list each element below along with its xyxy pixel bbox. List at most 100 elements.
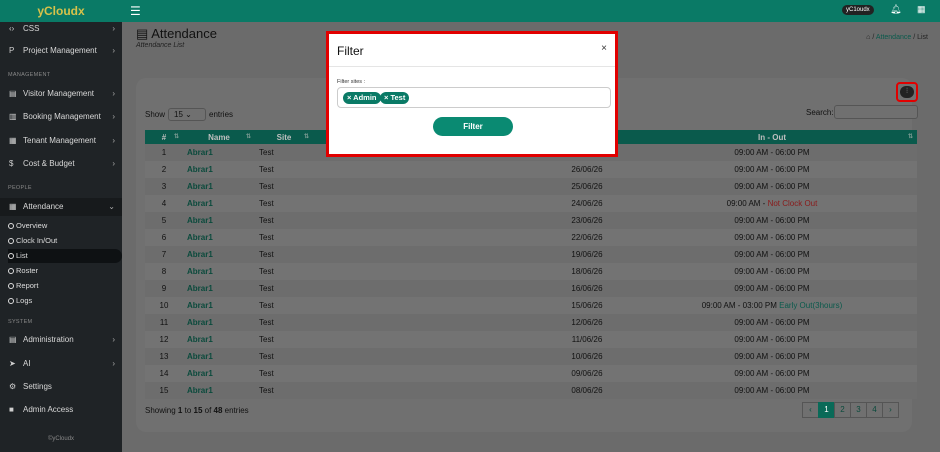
search-label: Search:: [806, 108, 834, 117]
col-in-out[interactable]: In - Out ⇅: [627, 130, 917, 144]
col-index[interactable]: # ⇅: [145, 130, 183, 144]
cell-name-link[interactable]: Abrar1: [183, 263, 255, 280]
circle-icon: [8, 253, 14, 259]
cell-name-link[interactable]: Abrar1: [183, 195, 255, 212]
sidebar-subitem-roster[interactable]: Roster: [8, 264, 122, 278]
sort-icon: ⇅: [907, 134, 913, 140]
page-button-4[interactable]: 4: [866, 402, 883, 418]
prev-page-button[interactable]: ‹: [802, 402, 819, 418]
sidebar-subitem-overview[interactable]: Overview: [8, 219, 122, 233]
breadcrumb-link[interactable]: Attendance: [876, 34, 911, 41]
in-out-time: 09:00 AM - 06:00 PM: [734, 369, 810, 378]
sidebar-item-label: Administration: [23, 335, 74, 344]
sidebar-item-label: Booking Management: [23, 112, 101, 121]
breadcrumb-current: List: [917, 34, 928, 41]
cell-name-link[interactable]: Abrar1: [183, 314, 255, 331]
sidebar-subitem-clock-in-out[interactable]: Clock In/Out: [8, 234, 122, 248]
site-tag-admin[interactable]: × Admin: [343, 92, 381, 104]
cell-date: 12/06/26: [547, 314, 627, 331]
sidebar-item-tenant-management[interactable]: ▦ Tenant Management ›: [0, 132, 122, 150]
cell-in-out: 09:00 AM - 06:00 PM: [627, 348, 917, 365]
sidebar-subitem-logs[interactable]: Logs: [8, 294, 122, 308]
search-input[interactable]: [834, 105, 918, 119]
hamburger-icon[interactable]: ☰: [130, 4, 141, 18]
table-row: 15 Abrar1 Test 08/06/26 09:00 AM - 06:00 PM: [145, 382, 917, 399]
cell-index: 11: [145, 314, 183, 331]
filter-button[interactable]: ⫶: [896, 82, 918, 102]
sidebar-item-label: Attendance: [23, 202, 64, 211]
sidebar-item-label: Tenant Management: [23, 136, 96, 145]
cell-hidden: [313, 314, 547, 331]
col-site[interactable]: Site ⇅: [255, 130, 313, 144]
close-icon[interactable]: ×: [601, 43, 607, 54]
page-size-select[interactable]: 15 ⌄: [168, 108, 207, 121]
cell-index: 3: [145, 178, 183, 195]
cell-hidden: [313, 195, 547, 212]
sidebar-item-admin-access[interactable]: ■ Admin Access: [0, 401, 122, 419]
sidebar-subitem-report[interactable]: Report: [8, 279, 122, 293]
bell-icon[interactable]: 🔔︎: [890, 4, 901, 15]
cell-name-link[interactable]: Abrar1: [183, 297, 255, 314]
table-row: 3 Abrar1 Test 25/06/26 09:00 AM - 06:00 PM: [145, 178, 917, 195]
cell-hidden: [313, 178, 547, 195]
cell-site: Test: [255, 144, 313, 161]
filter-sites-input[interactable]: × Admin × Test: [337, 87, 611, 108]
chevron-down-icon: ⌄: [108, 202, 115, 211]
section-label: PEOPLE: [8, 185, 32, 191]
table-row: 13 Abrar1 Test 10/06/26 09:00 AM - 06:00 PM: [145, 348, 917, 365]
filter-submit-button[interactable]: Filter: [433, 117, 513, 136]
circle-icon: [8, 283, 14, 289]
in-out-time: 09:00 AM - 03:00 PM: [701, 301, 780, 310]
next-page-button[interactable]: ›: [882, 402, 899, 418]
col-name[interactable]: Name ⇅: [183, 130, 255, 144]
cell-in-out: 09:00 AM - 06:00 PM: [627, 365, 917, 382]
page-button-2[interactable]: 2: [834, 402, 851, 418]
sidebar-subitem-list[interactable]: List: [8, 249, 122, 263]
cell-name-link[interactable]: Abrar1: [183, 229, 255, 246]
cell-hidden: [313, 161, 547, 178]
page-button-1[interactable]: 1: [818, 402, 835, 418]
cell-name-link[interactable]: Abrar1: [183, 178, 255, 195]
chevron-right-icon: ›: [112, 24, 115, 33]
in-out-note: Not Clock Out: [767, 199, 818, 208]
home-icon[interactable]: ⌂: [866, 34, 870, 41]
user-chip[interactable]: yC1oudx: [842, 5, 874, 15]
cell-name-link[interactable]: Abrar1: [183, 246, 255, 263]
header-label: #: [161, 132, 167, 142]
brand-logo[interactable]: yCloudx: [0, 0, 122, 22]
cell-index: 8: [145, 263, 183, 280]
page-size-value: 15: [174, 110, 183, 119]
cell-site: Test: [255, 178, 313, 195]
filter-icon: ⫶: [900, 86, 914, 98]
cell-name-link[interactable]: Abrar1: [183, 365, 255, 382]
dollar-icon: $: [9, 159, 14, 168]
attendance-table: # ⇅ Name ⇅ Site ⇅ In - Out ⇅ 1 Abrar1 Test 09:0…: [145, 130, 917, 399]
page-title-text: Attendance: [151, 26, 217, 41]
cell-site: Test: [255, 297, 313, 314]
cell-name-link[interactable]: Abrar1: [183, 348, 255, 365]
sidebar-item-booking-management[interactable]: ▥ Booking Management ›: [0, 108, 122, 126]
sidebar-item-settings[interactable]: ⚙ Settings: [0, 378, 122, 396]
chevron-right-icon: ›: [112, 335, 115, 344]
sidebar-item-visitor-management[interactable]: ▤ Visitor Management ›: [0, 85, 122, 103]
sidebar-item-ai[interactable]: ➤ AI ›: [0, 355, 122, 373]
sidebar-item-cost-budget[interactable]: $ Cost & Budget ›: [0, 155, 122, 173]
table-row: 4 Abrar1 Test 24/06/26 09:00 AM - Not Clock …: [145, 195, 917, 212]
sidebar-item-project-management[interactable]: P Project Management ›: [0, 42, 122, 60]
sidebar-item-administration[interactable]: ▤ Administration ›: [0, 331, 122, 349]
cell-name-link[interactable]: Abrar1: [183, 144, 255, 161]
cell-name-link[interactable]: Abrar1: [183, 280, 255, 297]
cell-name-link[interactable]: Abrar1: [183, 382, 255, 399]
cell-name-link[interactable]: Abrar1: [183, 331, 255, 348]
grid-icon[interactable]: ▦: [917, 4, 926, 15]
cell-name-link[interactable]: Abrar1: [183, 212, 255, 229]
site-tag-test[interactable]: × Test: [380, 92, 410, 104]
cell-in-out: 09:00 AM - 06:00 PM: [627, 246, 917, 263]
cell-name-link[interactable]: Abrar1: [183, 161, 255, 178]
chevron-right-icon: ›: [112, 359, 115, 368]
sidebar-item-css[interactable]: ‹› CSS ›: [0, 20, 122, 38]
sidebar-item-attendance[interactable]: ▦ Attendance ⌄: [0, 198, 122, 216]
page-button-3[interactable]: 3: [850, 402, 867, 418]
cell-index: 9: [145, 280, 183, 297]
cell-in-out: 09:00 AM - 06:00 PM: [627, 229, 917, 246]
